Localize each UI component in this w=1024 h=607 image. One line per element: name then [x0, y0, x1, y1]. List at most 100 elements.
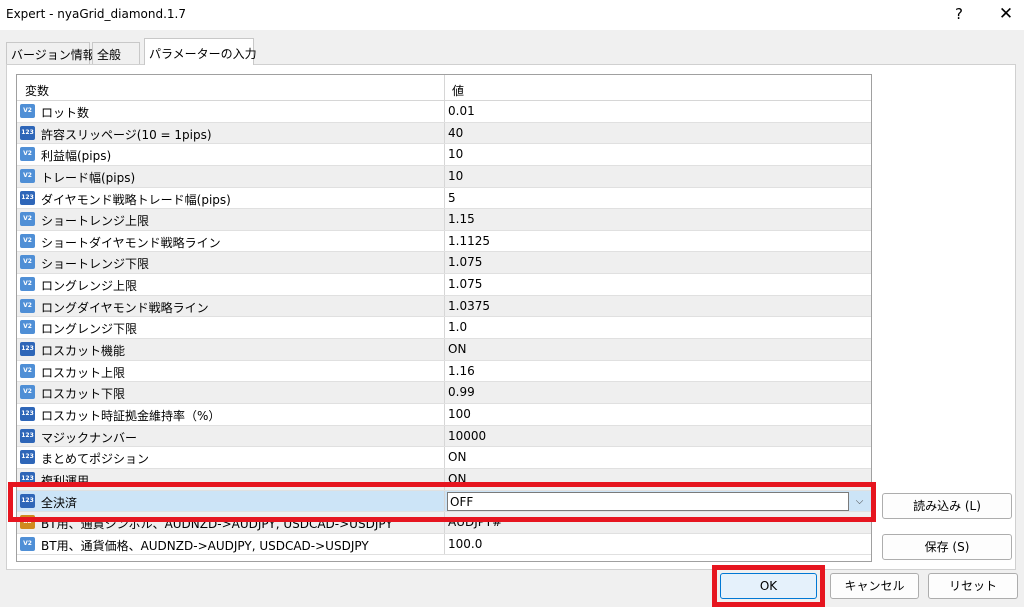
parameter-name: マジックナンバー — [41, 430, 138, 445]
table-row[interactable]: V2 ロット数 0.01 — [17, 101, 871, 123]
double-type-icon: V2 — [20, 298, 35, 313]
cell-divider — [444, 209, 445, 230]
integer-type-icon: 123 — [20, 428, 35, 443]
table-row[interactable]: V2 利益幅(pips) 10 — [17, 144, 871, 166]
save-button[interactable]: 保存 (S) — [882, 534, 1012, 560]
table-row[interactable]: 123 ロスカット機能 ON — [17, 339, 871, 361]
parameter-value[interactable]: 100 — [448, 407, 471, 421]
reset-button[interactable]: リセット — [928, 573, 1018, 599]
integer-type-icon: 123 — [20, 406, 35, 421]
parameter-name: ショートレンジ下限 — [41, 257, 150, 272]
parameter-value[interactable]: 1.0375 — [448, 299, 490, 313]
parameter-name: ロスカット上限 — [41, 365, 126, 380]
table-row[interactable]: V2 ロングレンジ下限 1.0 — [17, 317, 871, 340]
grid-rows: V2 ロット数 0.01 123 許容スリッページ(10 = 1pips) 40 V2 利益幅… — [17, 101, 871, 556]
table-row[interactable]: V2 ショートレンジ上限 1.15 — [17, 209, 871, 231]
cell-divider — [444, 447, 445, 468]
parameter-name: ロングレンジ下限 — [41, 322, 138, 337]
table-row[interactable]: 123 複利運用 ON — [17, 468, 871, 491]
tab-general[interactable]: 全般 — [92, 42, 140, 64]
parameter-name: ロット数 — [41, 106, 90, 120]
window-title: Expert - nyaGrid_diamond.1.7 — [6, 7, 186, 21]
parameter-name: トレード幅(pips) — [41, 170, 136, 185]
double-type-icon: V2 — [20, 363, 35, 378]
cancel-button[interactable]: キャンセル — [830, 573, 919, 599]
parameter-value[interactable]: 10 — [448, 147, 463, 161]
integer-type-icon: 123 — [20, 493, 35, 508]
parameter-name: BT用、通貨シンボル、AUDNZD->AUDJPY, USDCAD->USDJP… — [41, 517, 393, 532]
column-divider[interactable] — [444, 75, 445, 101]
cell-divider — [444, 317, 445, 339]
column-header-variable[interactable]: 変数 — [25, 82, 49, 99]
table-row[interactable]: V2 ロングダイヤモンド戦略ライン 1.0375 — [17, 295, 871, 318]
cell-divider — [444, 490, 445, 512]
parameter-value[interactable]: 1.075 — [448, 277, 482, 291]
parameter-value[interactable]: AUDJPY# — [448, 515, 502, 529]
parameter-value[interactable]: 100.0 — [448, 537, 482, 551]
parameter-value[interactable]: 0.99 — [448, 385, 475, 399]
parameter-value[interactable]: ON — [448, 450, 466, 464]
parameter-value[interactable]: 10000 — [448, 429, 486, 443]
parameter-value[interactable]: 1.1125 — [448, 234, 490, 248]
integer-type-icon: 123 — [20, 190, 35, 205]
cell-divider — [444, 295, 445, 317]
parameter-name: まとめてポジション — [41, 452, 150, 467]
cell-divider — [444, 187, 445, 209]
chevron-down-icon[interactable]: ⌵ — [850, 492, 869, 511]
parameter-value[interactable]: ON — [448, 342, 466, 356]
table-row[interactable]: V2 BT用、通貨価格、AUDNZD->AUDJPY, USDCAD->USDJP… — [17, 533, 871, 556]
cell-divider — [444, 230, 445, 252]
cell-divider — [444, 252, 445, 274]
column-header-value[interactable]: 値 — [452, 82, 464, 99]
parameter-value[interactable]: 1.075 — [448, 255, 482, 269]
close-icon[interactable]: ✕ — [994, 2, 1018, 26]
table-row-selected[interactable]: 123 全決済 OFF ⌵ — [17, 490, 871, 513]
table-row[interactable]: ab BT用、通貨シンボル、AUDNZD->AUDJPY, USDCAD->USD… — [17, 512, 871, 534]
parameter-value-select[interactable]: OFF — [447, 491, 849, 511]
table-row[interactable]: 123 まとめてポジション ON — [17, 447, 871, 469]
ok-button[interactable]: OK — [720, 573, 817, 599]
table-row[interactable]: 123 ロスカット時証拠金維持率（%） 100 — [17, 403, 871, 426]
parameter-value[interactable]: ON — [448, 472, 466, 486]
parameter-value[interactable]: 40 — [448, 126, 463, 140]
parameter-grid[interactable]: 変数 値 V2 ロット数 0.01 123 許容スリッページ(10 = 1pips) 40… — [16, 74, 872, 562]
parameter-name: ロングダイヤモンド戦略ライン — [41, 300, 209, 315]
table-row[interactable]: 123 マジックナンバー 10000 — [17, 425, 871, 448]
load-button[interactable]: 読み込み (L) — [882, 493, 1012, 519]
double-type-icon: V2 — [20, 212, 35, 227]
grid-header: 変数 値 — [17, 75, 871, 101]
parameter-value[interactable]: 5 — [448, 191, 456, 205]
cell-divider — [444, 468, 445, 490]
table-row[interactable]: V2 ショートレンジ下限 1.075 — [17, 252, 871, 275]
tab-parameters[interactable]: パラメーターの入力 — [144, 38, 257, 65]
parameter-name: 全決済 — [41, 495, 78, 510]
table-row[interactable]: 123 ダイヤモンド戦略トレード幅(pips) 5 — [17, 187, 871, 210]
parameter-name: ロスカット下限 — [41, 387, 126, 402]
parameter-name: 許容スリッページ(10 = 1pips) — [41, 127, 212, 142]
parameter-value[interactable]: 10 — [448, 169, 463, 183]
table-row[interactable]: V2 ショートダイヤモンド戦略ライン 1.1125 — [17, 230, 871, 253]
cell-divider — [444, 512, 445, 533]
parameter-value[interactable]: 1.0 — [448, 320, 467, 334]
double-type-icon: V2 — [20, 168, 35, 183]
table-row[interactable]: V2 ロスカット上限 1.16 — [17, 360, 871, 383]
table-row[interactable]: V2 ロスカット下限 0.99 — [17, 382, 871, 404]
parameter-value[interactable]: 1.16 — [448, 364, 475, 378]
table-row[interactable]: 123 許容スリッページ(10 = 1pips) 40 — [17, 122, 871, 145]
string-type-icon: ab — [20, 515, 35, 530]
double-type-icon: V2 — [20, 385, 35, 400]
double-type-icon: V2 — [20, 104, 35, 118]
parameter-name: 複利運用 — [41, 473, 90, 488]
help-icon[interactable]: ? — [948, 3, 970, 25]
cell-divider — [444, 382, 445, 403]
integer-type-icon: 123 — [20, 125, 35, 140]
double-type-icon: V2 — [20, 255, 35, 270]
parameter-value[interactable]: 1.15 — [448, 212, 475, 226]
table-row[interactable]: V2 トレード幅(pips) 10 — [17, 165, 871, 188]
tab-version-info[interactable]: バージョン情報 — [6, 42, 95, 64]
cell-divider — [444, 425, 445, 447]
parameter-value[interactable]: 0.01 — [448, 104, 475, 118]
table-row[interactable]: V2 ロングレンジ上限 1.075 — [17, 274, 871, 296]
double-type-icon: V2 — [20, 233, 35, 248]
parameter-name: ロングレンジ上限 — [41, 279, 138, 294]
